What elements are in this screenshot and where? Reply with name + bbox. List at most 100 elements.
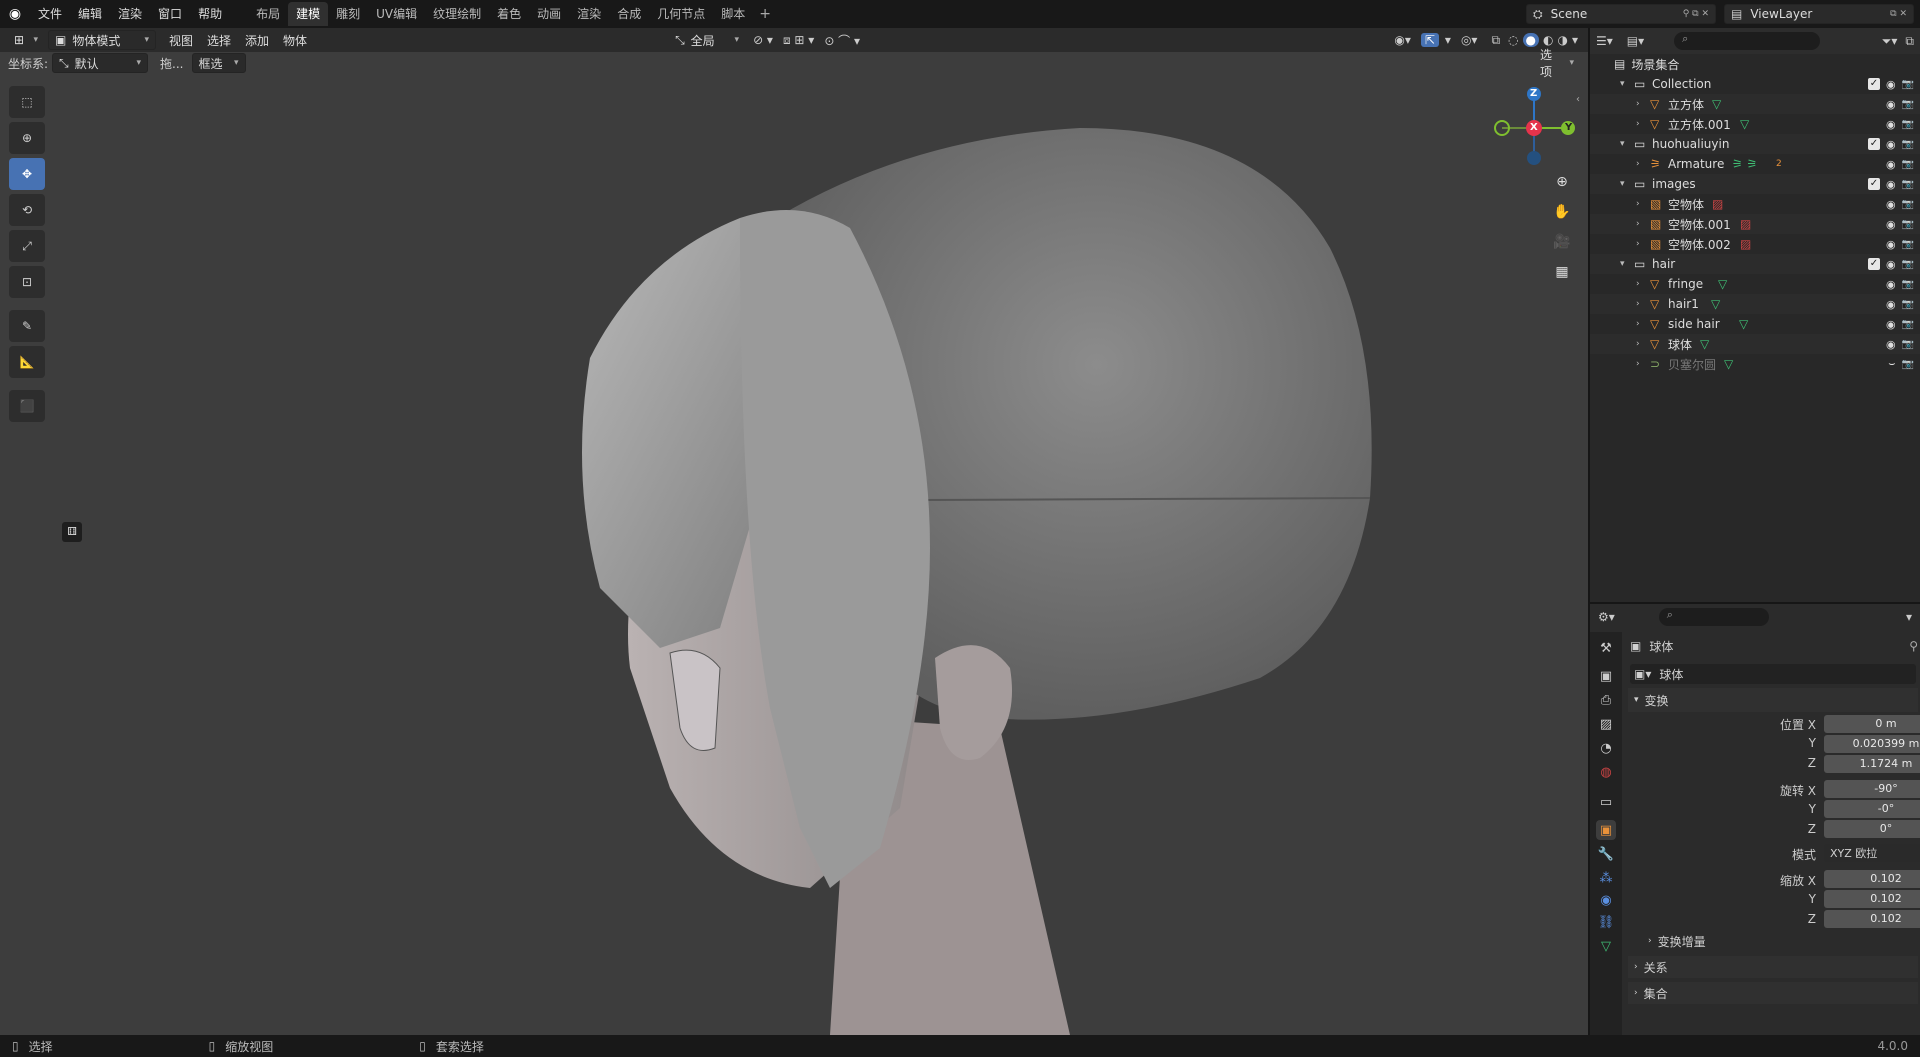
menu-window[interactable]: 窗口 (150, 3, 190, 25)
tab-uv[interactable]: UV编辑 (368, 2, 425, 26)
display-mode-icon[interactable]: ▤▾ (1627, 34, 1644, 48)
render-camera-icon[interactable]: 📷 (1902, 319, 1914, 330)
render-camera-icon[interactable]: 📷 (1902, 359, 1914, 370)
expand-right-icon[interactable]: › (1636, 339, 1640, 349)
outliner-root[interactable]: ▤ 场景集合 (1590, 54, 1920, 74)
scene-tab[interactable]: ◔ (1596, 738, 1616, 758)
eye-icon[interactable]: ◉ (1886, 158, 1896, 171)
expand-right-icon[interactable]: › (1636, 219, 1640, 229)
pivot-icon[interactable]: ⊘ ▾ (753, 33, 773, 47)
tab-compositing[interactable]: 合成 (609, 2, 649, 26)
eye-icon[interactable]: ◉ (1886, 198, 1896, 211)
constraints-tab[interactable]: ⛓ (1596, 912, 1616, 932)
transform-tool[interactable]: ⊡ (9, 266, 45, 298)
exclude-checkbox[interactable]: ✓ (1867, 258, 1880, 270)
expand-down-icon[interactable]: ▾ (1620, 259, 1625, 269)
tab-geometry-nodes[interactable]: 几何节点 (649, 2, 713, 26)
collection-tab[interactable]: ▭ (1596, 792, 1616, 812)
render-camera-icon[interactable]: 📷 (1902, 79, 1914, 90)
outliner-object-row[interactable]: › ▧ 空物体.001 ▨ ◉ 📷 (1590, 214, 1920, 234)
location-z-field[interactable]: 1.1724 m (1824, 755, 1920, 773)
exclude-checkbox[interactable]: ✓ (1867, 138, 1880, 150)
select-box-tool[interactable]: ⬚ (9, 86, 45, 118)
mesh-data-icon[interactable]: ▽ (1718, 277, 1727, 291)
object-tab[interactable]: ▣ (1596, 820, 1616, 840)
expand-right-icon[interactable]: › (1636, 239, 1640, 249)
mesh-data-icon[interactable]: ▽ (1740, 117, 1749, 131)
outliner-object-row[interactable]: › ▽ 立方体.001 ▽ ◉ 📷 (1590, 114, 1920, 134)
render-camera-icon[interactable]: 📷 (1902, 179, 1914, 190)
expand-right-icon[interactable]: › (1636, 119, 1640, 129)
rendered-shading-icon[interactable]: ◑ (1557, 33, 1567, 47)
object-datablock-icon[interactable]: ▣▾ (1634, 667, 1651, 681)
outliner-object-row[interactable]: › ▽ 球体 ▽ ◉ 📷 (1590, 334, 1920, 354)
render-camera-icon[interactable]: 📷 (1902, 339, 1914, 350)
data-tab[interactable]: ▽ (1596, 936, 1616, 956)
outliner-collection-row[interactable]: ▾ ▭ Collection ✓ ◉ 📷 (1590, 74, 1920, 94)
delta-transform-subpanel[interactable]: › 变换增量 (1640, 930, 1918, 952)
render-camera-icon[interactable]: 📷 (1902, 299, 1914, 310)
new-collection-icon[interactable]: ⧉ (1905, 34, 1914, 49)
expand-down-icon[interactable]: ▾ (1620, 139, 1625, 149)
render-camera-icon[interactable]: 📷 (1902, 119, 1914, 130)
outliner-object-row[interactable]: › ▽ 立方体 ▽ ◉ 📷 (1590, 94, 1920, 114)
eye-icon[interactable]: ◉ (1886, 118, 1896, 131)
scale-y-field[interactable]: 0.102 (1824, 890, 1920, 908)
render-tab[interactable]: ▣ (1596, 666, 1616, 686)
hidden-eye-icon[interactable]: ⌣ (1888, 357, 1895, 371)
tab-shading[interactable]: 着色 (489, 2, 529, 26)
transform-panel-header[interactable]: ▾ 变换 (1628, 688, 1918, 712)
render-camera-icon[interactable]: 📷 (1902, 139, 1914, 150)
image-data-icon[interactable]: ▨ (1740, 217, 1751, 231)
pan-button[interactable]: ✋ (1548, 198, 1576, 226)
collapse-arrow-icon[interactable]: ‹ (1576, 94, 1580, 105)
physics-tab[interactable]: ◉ (1596, 890, 1616, 910)
outliner-search-input[interactable]: ⌕ (1674, 32, 1821, 50)
properties-editor-icon[interactable]: ⚙▾ (1598, 610, 1615, 624)
eye-icon[interactable]: ◉ (1886, 318, 1896, 331)
rotate-tool[interactable]: ⟲ (9, 194, 45, 226)
mesh-data-icon[interactable]: ▽ (1712, 97, 1721, 111)
image-data-icon[interactable]: ▨ (1740, 237, 1751, 251)
scale-tool[interactable]: ⤢ (9, 230, 45, 262)
material-shading-icon[interactable]: ◐ (1543, 33, 1553, 47)
measure-tool[interactable]: 📐 (9, 346, 45, 378)
filter-icon[interactable]: ⏷▾ (1882, 34, 1898, 49)
gizmo-toggle-icon[interactable]: ⇱ (1420, 33, 1439, 47)
rotation-z-field[interactable]: 0° (1824, 820, 1920, 838)
gizmo-dropdown-icon[interactable]: ▾ (1445, 33, 1451, 47)
overlay-icon[interactable]: ◎▾ (1461, 33, 1478, 47)
menu-help[interactable]: 帮助 (190, 3, 230, 25)
cursor-tool[interactable]: ⊕ (9, 122, 45, 154)
render-camera-icon[interactable]: 📷 (1902, 159, 1914, 170)
pin-panel-icon[interactable]: ⚲ (1909, 639, 1918, 653)
outliner-object-row[interactable]: › ▧ 空物体 ▨ ◉ 📷 (1590, 194, 1920, 214)
outliner-object-row[interactable]: › ▧ 空物体.002 ▨ ◉ 📷 (1590, 234, 1920, 254)
eye-icon[interactable]: ◉ (1886, 258, 1896, 271)
location-y-field[interactable]: 0.020399 m (1824, 735, 1920, 753)
menu-file[interactable]: 文件 (30, 3, 70, 25)
location-x-field[interactable]: 0 m (1824, 715, 1920, 733)
menu-render[interactable]: 渲染 (110, 3, 150, 25)
mesh-data-icon[interactable]: ▽ (1724, 357, 1733, 371)
shading-dropdown-icon[interactable]: ▾ (1572, 33, 1578, 47)
outliner-object-row[interactable]: › ▽ hair1 ▽ ◉ 📷 (1590, 294, 1920, 314)
options-button[interactable]: 选项 ▾ (1534, 48, 1580, 79)
rotation-mode-dropdown[interactable]: XYZ 欧拉 ▾ (1824, 844, 1920, 862)
eye-icon[interactable]: ◉ (1886, 338, 1896, 351)
camera-view-button[interactable]: 🎥 (1548, 228, 1576, 256)
tool-tab[interactable]: ⚒ (1596, 638, 1616, 658)
rotation-x-field[interactable]: -90° (1824, 780, 1920, 798)
scale-x-field[interactable]: 0.102 (1824, 870, 1920, 888)
snap-icon[interactable]: ⧈ ⊞ ▾ (783, 33, 814, 48)
relations-panel-header[interactable]: › 关系 (1628, 956, 1918, 978)
outliner-collection-row[interactable]: ▾ ▭ images ✓ ◉ 📷 (1590, 174, 1920, 194)
add-workspace-icon[interactable]: + (753, 6, 777, 22)
tab-scripting[interactable]: 脚本 (713, 2, 753, 26)
add-cube-tool[interactable]: ⬛ (9, 390, 45, 422)
editor-type-selector[interactable]: ⊞ ▾ (8, 30, 44, 50)
annotate-tool[interactable]: ✎ (9, 310, 45, 342)
outliner-object-row[interactable]: › ⊃ 贝塞尔圆 ▽ ⌣ 📷 (1590, 354, 1920, 374)
rotation-y-field[interactable]: -0° (1824, 800, 1920, 818)
eye-icon[interactable]: ◉ (1886, 178, 1896, 191)
